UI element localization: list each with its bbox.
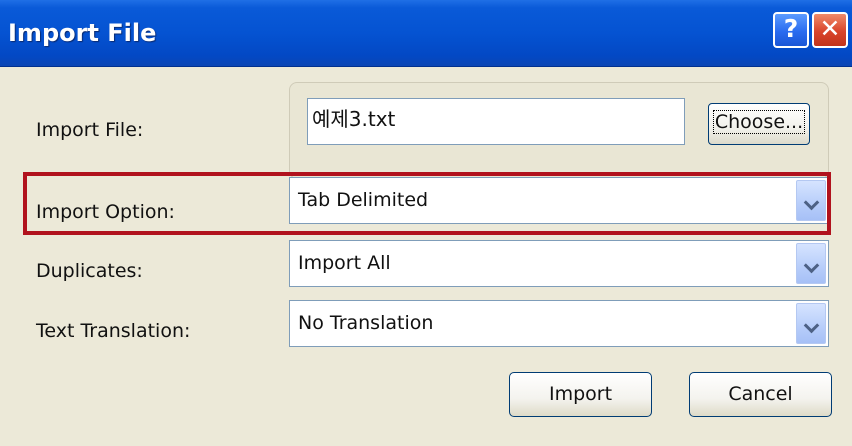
choose-button-label: Choose... [712,110,806,134]
text-translation-select[interactable]: No Translation [289,300,829,347]
choose-button[interactable]: Choose... [708,103,810,145]
import-file-field[interactable]: 예제3.txt [307,98,685,145]
import-option-value: Tab Delimited [298,189,429,211]
import-option-select[interactable]: Tab Delimited [289,177,829,224]
help-icon: ? [783,14,799,43]
duplicates-label: Duplicates: [36,260,143,282]
dialog-body: Import File: 예제3.txt Choose... Import Op… [0,67,852,446]
title-bar: Import File ? ✕ [0,0,852,67]
text-translation-value: No Translation [298,312,434,334]
cancel-button[interactable]: Cancel [689,372,832,417]
close-icon: ✕ [819,14,841,43]
close-button[interactable]: ✕ [812,12,848,48]
window-title: Import File [8,19,157,47]
import-option-label: Import Option: [36,201,175,223]
text-translation-label: Text Translation: [36,320,191,342]
chevron-down-icon[interactable] [796,180,826,221]
chevron-down-icon[interactable] [796,243,826,284]
import-button[interactable]: Import [509,372,652,417]
duplicates-select[interactable]: Import All [289,240,829,287]
chevron-down-icon[interactable] [796,303,826,344]
help-button[interactable]: ? [773,12,809,48]
duplicates-value: Import All [298,252,391,274]
import-file-group: 예제3.txt Choose... [289,82,829,179]
import-file-label: Import File: [36,119,144,141]
